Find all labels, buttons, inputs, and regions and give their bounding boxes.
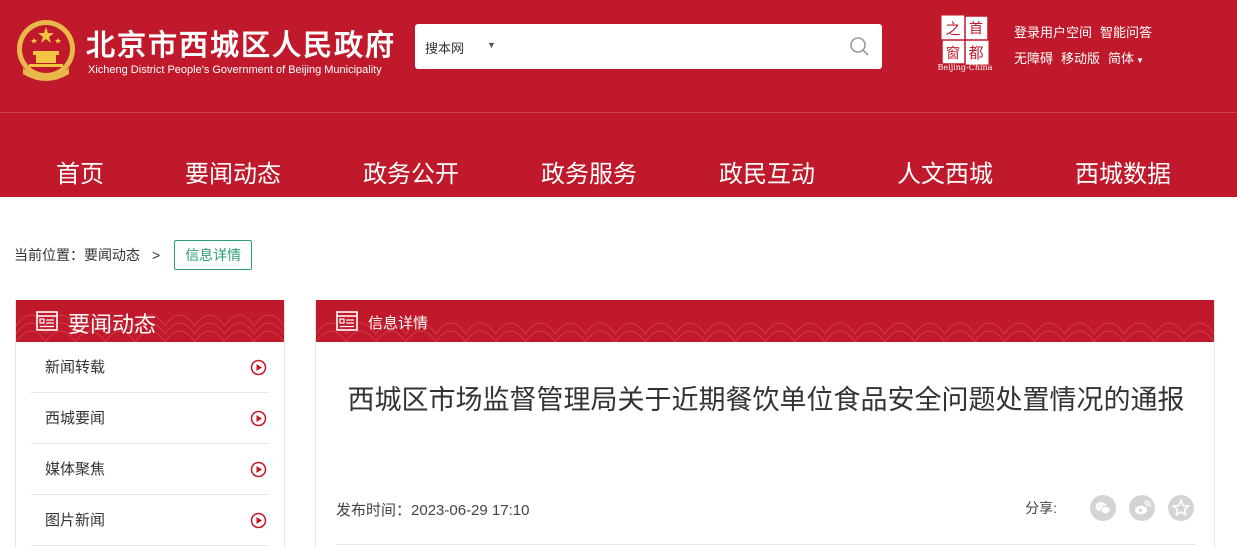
sidebar-item-photo-news[interactable]: 图片新闻 xyxy=(31,495,269,546)
publish-time-label: 发布时间： xyxy=(336,502,412,519)
share-favorite-button[interactable] xyxy=(1168,495,1194,521)
search-bar: 搜本网 ▼ xyxy=(415,24,882,69)
search-button[interactable] xyxy=(847,34,873,60)
sidebar-item-media-focus[interactable]: 媒体聚焦 xyxy=(31,444,269,495)
nav-item-services[interactable]: 政务服务 xyxy=(541,154,637,189)
sidebar: 要闻动态 新闻转载 西城要闻 媒体聚焦 图片新闻 xyxy=(15,300,285,548)
chevron-down-icon[interactable]: ▼ xyxy=(487,40,496,50)
capital-logo-caption: Beijing-China xyxy=(937,63,993,72)
nav-item-data[interactable]: 西城数据 xyxy=(1075,154,1171,189)
nav-item-culture[interactable]: 人文西城 xyxy=(897,154,993,189)
sidebar-item-label: 媒体聚焦 xyxy=(45,461,106,478)
capital-logo-char: 窗 xyxy=(946,45,960,62)
site-title: 北京市西城区人民政府 xyxy=(86,30,397,62)
chevron-down-icon: ▼ xyxy=(1136,56,1144,65)
nav-item-home[interactable]: 首页 xyxy=(56,154,104,189)
capital-logo-char: 首 xyxy=(969,21,983,37)
document-list-icon xyxy=(36,311,58,331)
smart-qa-link[interactable]: 智能问答 xyxy=(1100,25,1152,40)
article-panel-header: 信息详情 xyxy=(316,300,1214,342)
wave-pattern xyxy=(316,322,1214,342)
share-weibo-button[interactable] xyxy=(1129,495,1155,521)
share-wechat-button[interactable] xyxy=(1090,495,1116,521)
capital-logo-char: 都 xyxy=(968,44,983,62)
document-list-icon xyxy=(336,311,358,331)
mobile-version-link[interactable]: 移动版 xyxy=(1061,51,1100,66)
nav-item-interaction[interactable]: 政民互动 xyxy=(719,154,815,189)
national-emblem-icon xyxy=(17,20,75,81)
sidebar-item-news-reprint[interactable]: 新闻转载 xyxy=(31,342,269,393)
sidebar-item-label: 西城要闻 xyxy=(45,410,106,427)
publish-time: 2023-06-29 17:10 xyxy=(411,502,530,519)
breadcrumb-prefix: 当前位置： xyxy=(14,247,84,263)
article-title: 西城区市场监督管理局关于近期餐饮单位食品安全问题处置情况的通报 xyxy=(347,385,1185,415)
share-bar: 分享: xyxy=(1025,495,1194,521)
breadcrumb-section-link[interactable]: 要闻动态 xyxy=(84,245,140,265)
sidebar-menu: 新闻转载 西城要闻 媒体聚焦 图片新闻 xyxy=(16,342,284,546)
top-links: 登录用户空间 智能问答 无障碍 移动版 简体 ▼ xyxy=(1014,20,1160,74)
sidebar-title: 要闻动态 xyxy=(68,312,157,337)
meta-divider xyxy=(336,544,1196,545)
breadcrumb-separator: > xyxy=(152,247,161,263)
site-subtitle: Xicheng District People's Government of … xyxy=(88,64,382,76)
sidebar-item-label: 图片新闻 xyxy=(45,512,106,529)
circle-play-arrow-icon xyxy=(250,461,267,478)
language-label: 简体 xyxy=(1108,51,1135,66)
wechat-icon xyxy=(1095,502,1111,515)
favorite-star-icon xyxy=(1172,499,1190,517)
site-header: 北京市西城区人民政府 Xicheng District People's Gov… xyxy=(0,0,1237,197)
article-panel: 信息详情 西城区市场监督管理局关于近期餐饮单位食品安全问题处置情况的通报 发布时… xyxy=(315,300,1215,548)
user-space-login-link[interactable]: 登录用户空间 xyxy=(1014,25,1092,40)
header-divider xyxy=(0,112,1237,113)
breadcrumb-current: 信息详情 xyxy=(174,240,253,270)
search-input[interactable] xyxy=(511,32,841,60)
sidebar-header: 要闻动态 xyxy=(16,300,284,342)
breadcrumb: 当前位置： 要闻动态 > 信息详情 xyxy=(14,240,253,270)
search-icon xyxy=(850,37,869,56)
weibo-icon xyxy=(1135,500,1151,515)
circle-play-arrow-icon xyxy=(250,512,267,529)
sidebar-item-label: 新闻转载 xyxy=(45,359,106,376)
language-switch[interactable]: 简体 ▼ xyxy=(1108,51,1144,66)
article-panel-title: 信息详情 xyxy=(368,315,429,332)
sidebar-item-xicheng-news[interactable]: 西城要闻 xyxy=(31,393,269,444)
nav-item-news[interactable]: 要闻动态 xyxy=(185,154,281,189)
circle-play-arrow-icon xyxy=(250,410,267,427)
accessibility-link[interactable]: 无障碍 xyxy=(1014,51,1053,66)
publish-info: 发布时间：2023-06-29 17:10 xyxy=(336,499,529,520)
capital-logo-char: 之 xyxy=(945,20,960,38)
circle-play-arrow-icon xyxy=(250,359,267,376)
search-scope-select[interactable]: 搜本网 xyxy=(425,38,464,57)
share-label: 分享: xyxy=(1025,500,1057,516)
main-nav: 首页 要闻动态 政务公开 政务服务 政民互动 人文西城 西城数据 xyxy=(0,154,1237,190)
nav-item-government-affairs[interactable]: 政务公开 xyxy=(363,154,459,189)
